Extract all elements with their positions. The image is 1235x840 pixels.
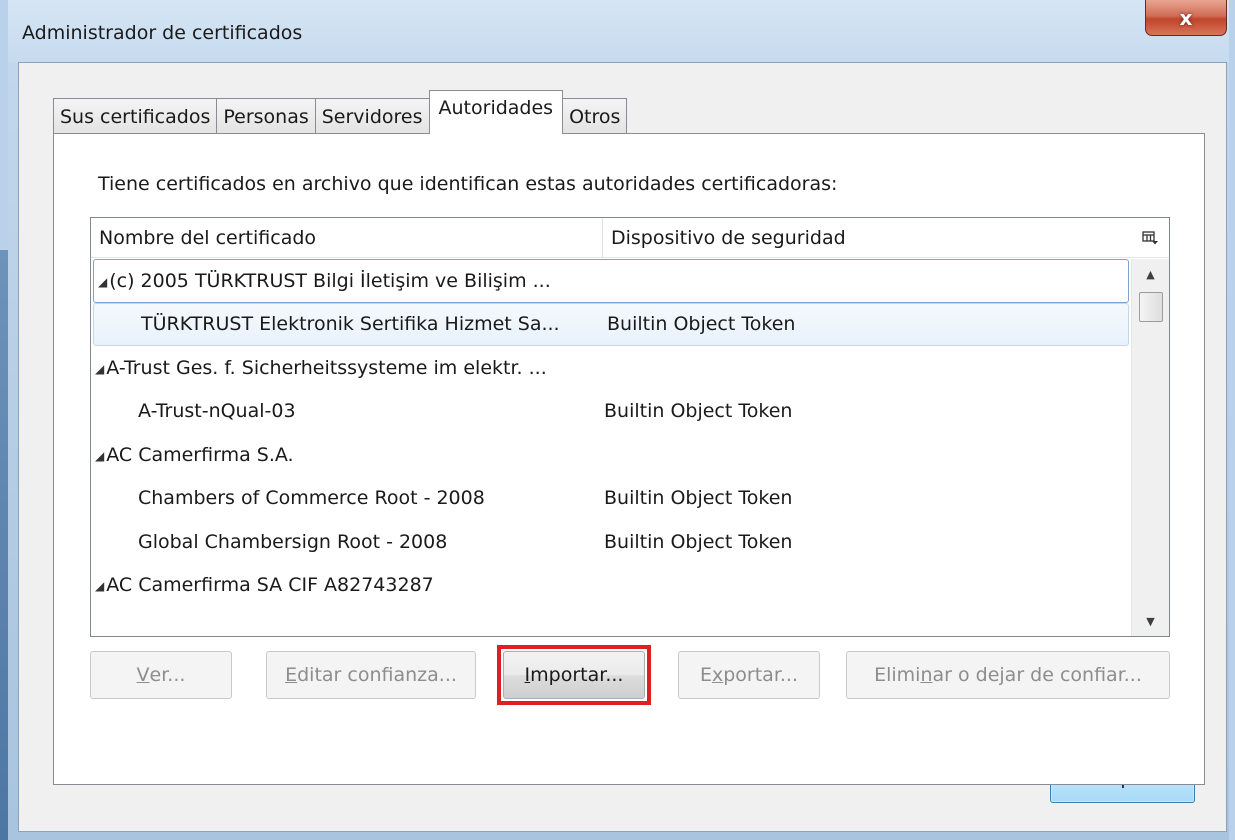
expanded-twisty-icon[interactable]: ◢: [98, 275, 107, 289]
edit-trust-label-rest: ditar confianza...: [297, 664, 457, 686]
delete-label-rest: ar o dejar de confiar...: [932, 664, 1142, 686]
view-button-mnemonic: V: [136, 664, 150, 686]
expanded-twisty-icon[interactable]: ◢: [95, 449, 104, 463]
delete-or-distrust-button[interactable]: Elimi n ar o dejar de confiar...: [846, 651, 1170, 699]
column-header-device[interactable]: Dispositivo de seguridad: [603, 218, 1131, 258]
row-name-text: A-Trust Ges. f. Sicherheitssysteme im el…: [106, 356, 547, 379]
import-label-rest: mportar...: [530, 664, 624, 686]
import-button[interactable]: Importar...: [503, 651, 645, 699]
row-name: A-Trust-nQual-03: [138, 400, 296, 423]
row-name: Chambers of Commerce Root - 2008: [138, 487, 485, 510]
tab-authorities[interactable]: Autoridades: [428, 90, 564, 134]
row-name: ◢ AC Camerfirma S.A.: [91, 444, 604, 466]
export-button[interactable]: Ex portar...: [678, 651, 820, 699]
export-label-rest: portar...: [723, 664, 799, 686]
tree-row[interactable]: TÜRKTRUST Elektronik Sertifika Hizmet Sa…: [93, 302, 1129, 346]
tree-rows: ◢ (c) 2005 TÜRKTRUST Bilgi İletişim ve Bi…: [91, 259, 1131, 607]
export-mnemonic: x: [711, 664, 724, 686]
tab-strip: Sus certificados Personas Servidores Aut…: [53, 90, 628, 134]
view-button[interactable]: Ver...: [90, 651, 232, 699]
edit-trust-button[interactable]: Editar confianza...: [266, 651, 476, 699]
tree-row[interactable]: ◢ (c) 2005 TÜRKTRUST Bilgi İletişim ve Bi…: [93, 259, 1129, 303]
row-name: TÜRKTRUST Elektronik Sertifika Hizmet Sa…: [141, 313, 560, 336]
tab-your-certificates[interactable]: Sus certificados: [53, 98, 218, 134]
tree-row[interactable]: ◢ AC Camerfirma SA CIF A82743287: [91, 564, 1131, 608]
title-bar[interactable]: Administrador de certificados x: [8, 0, 1229, 62]
panel-description: Tiene certificados en archivo que identi…: [98, 173, 838, 195]
scroll-thumb[interactable]: [1139, 292, 1163, 322]
tree-row[interactable]: A-Trust-nQual-03 Builtin Object Token: [91, 390, 1131, 434]
scroll-up-arrow-icon[interactable]: ▲: [1132, 259, 1169, 289]
scroll-down-arrow-icon[interactable]: ▼: [1132, 606, 1169, 636]
row-name: ◢ AC Camerfirma SA CIF A82743287: [91, 574, 604, 596]
expanded-twisty-icon[interactable]: ◢: [95, 579, 104, 593]
row-name: ◢ A-Trust Ges. f. Sicherheitssysteme im e…: [91, 357, 604, 379]
dialog-client-area: Sus certificados Personas Servidores Aut…: [18, 62, 1227, 832]
row-name-text: AC Camerfirma S.A.: [106, 443, 294, 466]
row-name: ◢ (c) 2005 TÜRKTRUST Bilgi İletişim ve Bi…: [94, 270, 607, 292]
row-name: Global Chambersign Root - 2008: [138, 530, 448, 553]
row-device: Builtin Object Token: [604, 487, 793, 510]
tree-row[interactable]: ◢ AC Camerfirma S.A.: [91, 433, 1131, 477]
expanded-twisty-icon[interactable]: ◢: [95, 362, 104, 376]
tree-header: Nombre del certificado Dispositivo de se…: [91, 218, 1169, 258]
edit-trust-mnemonic: E: [285, 664, 298, 686]
column-picker-icon[interactable]: [1131, 218, 1169, 258]
column-picker-glyph: [1142, 230, 1158, 244]
window-title: Administrador de certificados: [22, 22, 303, 44]
tab-servers[interactable]: Servidores: [314, 98, 430, 134]
tab-people[interactable]: Personas: [216, 98, 316, 134]
vertical-scrollbar[interactable]: ▲ ▼: [1131, 259, 1169, 636]
certificate-tree[interactable]: Nombre del certificado Dispositivo de se…: [90, 217, 1170, 637]
row-name-text: AC Camerfirma SA CIF A82743287: [106, 574, 434, 597]
tree-row[interactable]: ◢ A-Trust Ges. f. Sicherheitssysteme im e…: [91, 346, 1131, 390]
column-header-name[interactable]: Nombre del certificado: [91, 218, 603, 258]
tab-others[interactable]: Otros: [562, 98, 628, 134]
row-device: Builtin Object Token: [607, 313, 796, 336]
delete-mnemonic: n: [920, 664, 933, 686]
delete-label: Elimi: [874, 664, 921, 686]
row-device: Builtin Object Token: [604, 400, 793, 423]
tree-row[interactable]: Chambers of Commerce Root - 2008 Builtin…: [91, 477, 1131, 521]
close-icon: x: [1179, 5, 1193, 30]
close-button[interactable]: x: [1145, 0, 1227, 36]
row-name-text: (c) 2005 TÜRKTRUST Bilgi İletişim ve Bil…: [109, 269, 551, 292]
export-label: E: [699, 664, 712, 686]
dialog-window: Administrador de certificados x Sus cert…: [0, 0, 1235, 840]
view-button-label-rest: er...: [149, 664, 186, 686]
row-device: Builtin Object Token: [604, 530, 793, 553]
tree-row[interactable]: Global Chambersign Root - 2008 Builtin O…: [91, 520, 1131, 564]
authorities-panel: Tiene certificados en archivo que identi…: [53, 133, 1205, 785]
